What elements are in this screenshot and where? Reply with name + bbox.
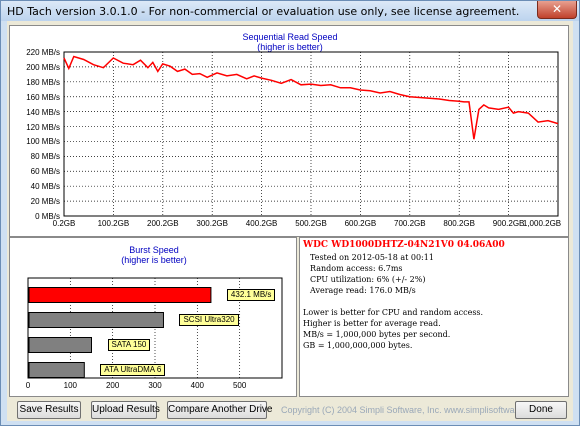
drive-info-panel: WDC WD1000DHTZ-04N21V0 04.06A00 Tested o… (299, 237, 569, 397)
average-read: Average read: 176.0 MB/s (310, 286, 416, 295)
upload-results-button[interactable]: Upload Results (91, 401, 160, 419)
y-tick-label: 80 MB/s (30, 152, 60, 162)
cpu-utilization: CPU utilization: 6% (+/- 2%) (310, 275, 426, 284)
sequential-chart-panel: Sequential Read Speed (higher is better)… (9, 25, 569, 237)
note-higher-better: Higher is better for average read. (303, 319, 441, 328)
done-button[interactable]: Done (515, 401, 567, 419)
drive-model: WDC WD1000DHTZ-04N21V0 04.06A00 (303, 240, 505, 250)
x-tick-label: 500.2GB (295, 219, 327, 228)
burst-x-tick-label: 500 (232, 381, 247, 390)
burst-x-tick-label: 0 (25, 381, 31, 390)
title-bar: HD Tach version 3.0.1.0 - For non-commer… (1, 1, 579, 21)
burst-x-tick-label: 200 (105, 381, 120, 390)
burst-bar-label: ATA UltraDMA 6 (100, 364, 166, 376)
y-tick-label: 220 MB/s (26, 48, 60, 57)
sequential-chart (63, 51, 559, 217)
x-tick-label: 800.2GB (443, 219, 475, 228)
client-area: Sequential Read Speed (higher is better)… (7, 21, 573, 421)
y-tick-label: 200 MB/s (26, 62, 60, 72)
save-results-button[interactable]: Save Results (17, 401, 81, 419)
x-tick-label: 100.2GB (97, 219, 130, 228)
burst-bar-label: SATA 150 (107, 339, 151, 351)
y-tick-label: 20 MB/s (30, 197, 60, 207)
tested-on: Tested on 2012-05-18 at 00:11 (310, 253, 434, 262)
random-access: Random access: 6.7ms (310, 264, 403, 273)
burst-x-tick-label: 100 (63, 381, 78, 390)
x-tick-label: 0.2GB (52, 219, 76, 228)
burst-bar-label: 432.1 MB/s (226, 289, 276, 301)
burst-bar (28, 337, 92, 353)
compare-drive-button[interactable]: Compare Another Drive (167, 401, 273, 419)
burst-bar (28, 312, 164, 328)
x-tick-label: 900.2GB (492, 219, 525, 228)
x-tick-label: 700.2GB (394, 219, 426, 228)
x-tick-label: 600.2GB (344, 219, 377, 228)
note-mbs-definition: MB/s = 1,000,000 bytes per second. (303, 330, 451, 339)
close-icon[interactable]: ✕ (537, 1, 577, 19)
app-window: HD Tach version 3.0.1.0 - For non-commer… (0, 0, 580, 426)
y-tick-label: 160 MB/s (26, 92, 60, 102)
copyright-text: Copyright (C) 2004 Simpli Software, Inc.… (281, 405, 543, 415)
burst-x-tick-label: 400 (190, 381, 205, 390)
burst-chart-panel: Burst Speed (higher is better) 432.1 MB/… (9, 237, 297, 397)
x-tick-label: 200.2GB (147, 219, 179, 228)
y-tick-label: 40 MB/s (30, 182, 60, 192)
x-tick-label: 400.2GB (245, 219, 278, 228)
y-tick-label: 140 MB/s (26, 107, 60, 117)
y-tick-label: 120 MB/s (26, 122, 60, 132)
x-tick-label: 1,000.2GB (522, 219, 562, 228)
burst-x-tick-label: 300 (148, 381, 162, 390)
note-lower-better: Lower is better for CPU and random acces… (303, 308, 484, 317)
burst-bar (28, 287, 212, 303)
y-tick-label: 60 MB/s (30, 167, 60, 177)
y-tick-label: 180 MB/s (26, 77, 60, 87)
window-title: HD Tach version 3.0.1.0 - For non-commer… (7, 5, 520, 18)
burst-bar (28, 362, 85, 378)
x-tick-label: 300.2GB (196, 219, 228, 228)
note-gb-definition: GB = 1,000,000,000 bytes. (303, 341, 413, 350)
burst-bar-label: SCSI Ultra320 (179, 314, 239, 326)
y-tick-label: 100 MB/s (26, 137, 60, 147)
